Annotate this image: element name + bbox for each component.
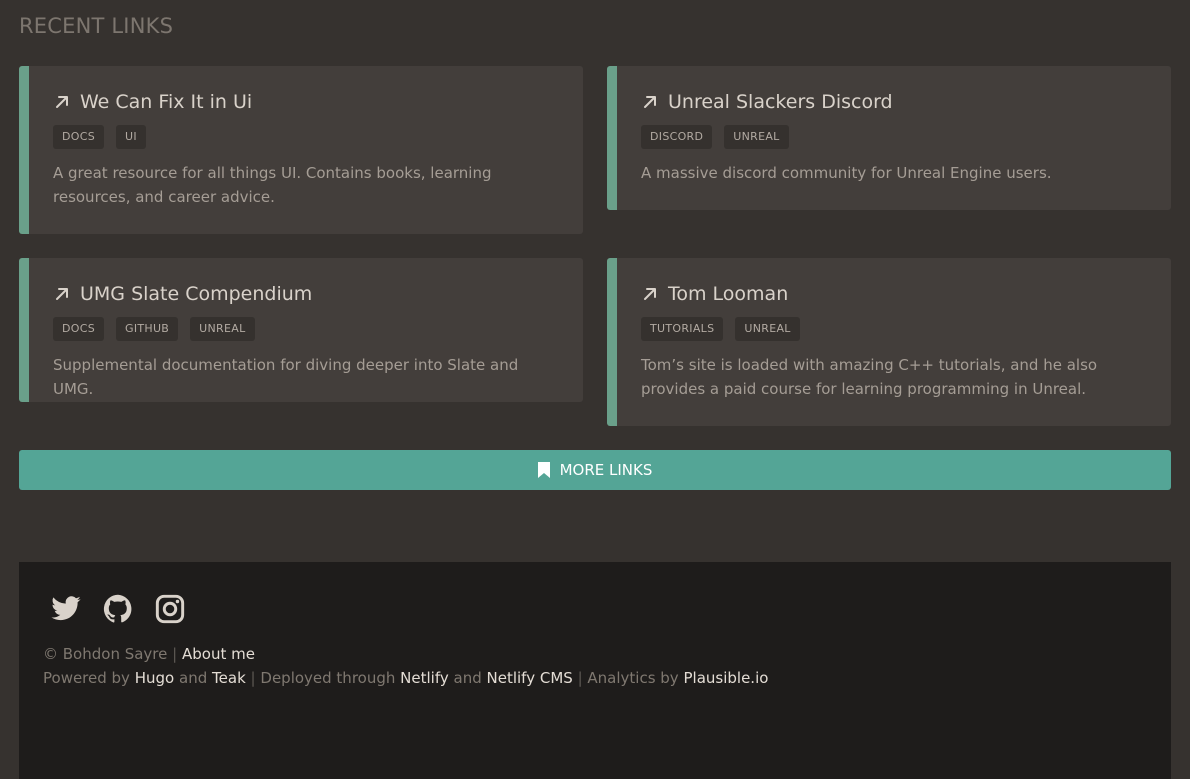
tag[interactable]: TUTORIALS [641,317,724,341]
footer-credits-line: Powered by Hugo and Teak | Deployed thro… [43,666,1147,690]
card-title[interactable]: Unreal Slackers Discord [641,88,1147,116]
separator: | [172,645,178,663]
tag-list: DOCS GITHUB UNREAL [53,317,559,341]
tag[interactable]: UNREAL [724,125,789,149]
link-card[interactable]: We Can Fix It in Ui DOCS UI A great reso… [19,66,583,234]
external-arrow-icon [56,96,68,108]
link-card[interactable]: Tom Looman TUTORIALS UNREAL Tom’s site i… [607,258,1171,426]
hugo-link[interactable]: Hugo [135,669,175,687]
external-arrow-icon [56,288,68,300]
netlify-cms-link[interactable]: Netlify CMS [487,669,573,687]
copyright-text: © Bohdon Sayre [43,645,168,663]
and-text: and [453,669,482,687]
card-title[interactable]: UMG Slate Compendium [53,280,559,308]
tag[interactable]: UNREAL [190,317,255,341]
powered-by-text: Powered by [43,669,130,687]
tag-list: TUTORIALS UNREAL [641,317,1147,341]
netlify-link[interactable]: Netlify [400,669,449,687]
tag-list: DISCORD UNREAL [641,125,1147,149]
footer-copyright-line: © Bohdon Sayre | About me [43,642,1147,666]
section-title: RECENT LINKS [19,14,174,38]
teak-link[interactable]: Teak [212,669,246,687]
plausible-link[interactable]: Plausible.io [683,669,768,687]
footer: © Bohdon Sayre | About me Powered by Hug… [19,562,1171,779]
instagram-icon[interactable] [154,593,186,625]
card-description: A great resource for all things UI. Cont… [53,164,492,206]
card-description: Supplemental documentation for diving de… [53,356,519,398]
about-me-link[interactable]: About me [182,645,255,663]
card-title[interactable]: Tom Looman [641,280,1147,308]
tag[interactable]: GITHUB [116,317,179,341]
tag[interactable]: UI [116,125,146,149]
tag-list: DOCS UI [53,125,559,149]
card-title-text: Unreal Slackers Discord [668,91,893,113]
link-card[interactable]: Unreal Slackers Discord DISCORD UNREAL A… [607,66,1171,210]
more-links-label: MORE LINKS [559,461,653,479]
github-icon[interactable] [102,593,134,625]
tag[interactable]: DOCS [53,125,104,149]
card-description: Tom’s site is loaded with amazing C++ tu… [641,356,1098,398]
card-title-text: We Can Fix It in Ui [80,91,253,113]
tag[interactable]: DISCORD [641,125,713,149]
social-links [50,592,1147,626]
deployed-text: Deployed through [260,669,396,687]
analytics-text: Analytics by [587,669,679,687]
external-arrow-icon [644,96,656,108]
tag[interactable]: DOCS [53,317,104,341]
card-title[interactable]: We Can Fix It in Ui [53,88,559,116]
card-title-text: UMG Slate Compendium [80,283,313,305]
page: RECENT LINKS We Can Fix It in Ui DOCS UI… [0,0,1190,779]
bookmark-icon [537,462,550,478]
twitter-icon[interactable] [50,593,82,625]
separator: | [577,669,583,687]
more-links-button[interactable]: MORE LINKS [19,450,1171,490]
tag[interactable]: UNREAL [735,317,800,341]
card-description: A massive discord community for Unreal E… [641,164,1052,182]
separator: | [250,669,256,687]
link-card[interactable]: UMG Slate Compendium DOCS GITHUB UNREAL … [19,258,583,402]
card-title-text: Tom Looman [668,283,789,305]
and-text: and [179,669,208,687]
external-arrow-icon [644,288,656,300]
